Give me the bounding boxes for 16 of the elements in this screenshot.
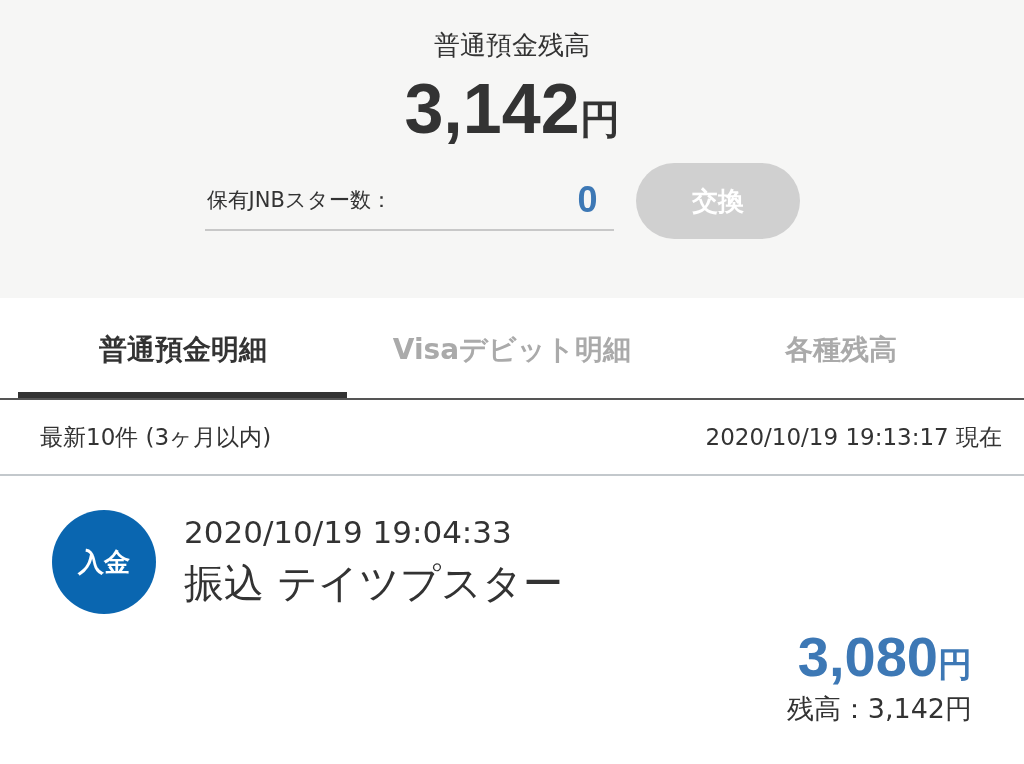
currency-unit: 円 (579, 95, 620, 144)
transaction-datetime: 2020/10/19 19:04:33 (184, 514, 513, 550)
transaction-amount: 3,080 (797, 624, 938, 689)
tab[interactable]: 普通預金明細 (18, 298, 348, 398)
transaction-type-badge: 入金 (52, 510, 156, 614)
star-count-value: 0 (577, 179, 598, 221)
star-count-label: 保有JNBスター数： (206, 187, 392, 214)
transaction-description: 振込 テイツプスター (184, 559, 563, 608)
tab[interactable]: Visaデビット明細 (347, 298, 677, 398)
balance-after: 残高：3,142円 (786, 692, 972, 726)
as-of-timestamp: 2020/10/19 19:13:17 現在 (705, 422, 1002, 452)
currency-unit: 円 (938, 643, 972, 686)
balance-title: 普通預金残高 (434, 29, 590, 62)
tab[interactable]: 各種残高 (676, 298, 1006, 398)
balance-amount: 3,142 (404, 69, 580, 149)
list-summary: 最新10件 (3ヶ月以内) (40, 422, 272, 452)
